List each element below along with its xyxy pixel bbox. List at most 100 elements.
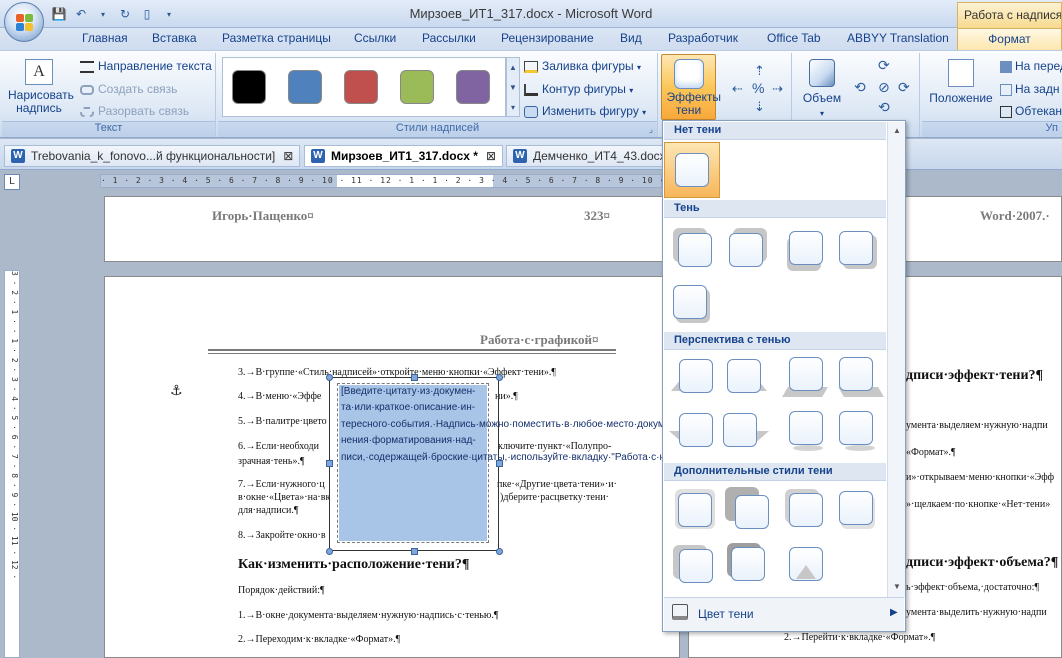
vertical-ruler[interactable]: 3 · 2 · 1 · · 1 · 2 · 3 · 4 · 5 · 6 · 7 … (4, 270, 20, 658)
tab-view[interactable]: Вид (620, 31, 642, 45)
toggle-3d-icon[interactable]: ⊘ (878, 79, 890, 96)
additional-option-1[interactable] (671, 485, 721, 535)
perspective-option-5[interactable] (667, 407, 717, 457)
right-paragraph-5: ь·эффект·объема,·достаточно:¶ (906, 582, 1039, 593)
office-button[interactable] (4, 2, 44, 42)
scroll-up-icon[interactable]: ▲ (888, 124, 906, 138)
style-swatch-red[interactable] (344, 70, 378, 104)
resize-handle-n[interactable] (411, 374, 418, 381)
style-swatch-green[interactable] (400, 70, 434, 104)
tab-stop-selector[interactable]: L (4, 174, 20, 190)
right-heading-1: дписи·эффект·тени?¶ (906, 368, 1044, 383)
close-icon[interactable]: ⊠ (486, 149, 496, 163)
scroll-up-icon[interactable]: ▲ (507, 58, 519, 78)
shadow-option-none[interactable] (664, 142, 720, 198)
perspective-option-2[interactable] (723, 353, 773, 403)
additional-option-7[interactable] (783, 539, 833, 589)
bring-front-button[interactable]: На перед (1000, 59, 1062, 73)
tilt-up-icon[interactable]: ⟳ (878, 57, 890, 74)
additional-option-5[interactable] (671, 539, 721, 589)
tab-references[interactable]: Ссылки (354, 31, 396, 45)
style-swatch-black[interactable] (232, 70, 266, 104)
doc-tab-mirzoev[interactable]: W Мирзоев_ИТ1_317.docx * ⊠ (304, 145, 503, 167)
resize-handle-e[interactable] (496, 460, 503, 467)
text-direction-button[interactable]: Направление текста (80, 59, 212, 73)
doc-tab-demchenko[interactable]: W Демченко_ИТ4_43.docx (506, 145, 673, 167)
office-logo-icon (16, 14, 34, 32)
shadow-option-3[interactable] (783, 223, 833, 273)
paragraph-7-line2-end: )дберите·расцветку·тени· (500, 492, 609, 503)
resize-handle-se[interactable] (496, 548, 503, 555)
right-heading-2: дписи·эффект·объема?¶ (906, 555, 1059, 570)
shape-fill-button[interactable]: Заливка фигуры ▾ (524, 59, 641, 73)
nudge-shadow-left-icon[interactable]: ⇠ (732, 81, 743, 97)
resize-handle-nw[interactable] (326, 374, 333, 381)
perspective-tile (679, 413, 713, 447)
style-swatch-blue[interactable] (288, 70, 322, 104)
text-wrap-button[interactable]: Обтекан (1000, 104, 1062, 118)
change-shape-button[interactable]: Изменить фигуру ▾ (524, 104, 646, 118)
perspective-shadow (845, 445, 875, 451)
3d-effects-button[interactable]: Объем ▾ (800, 59, 844, 119)
resize-handle-ne[interactable] (496, 374, 503, 381)
more-styles-icon[interactable]: ▾ (507, 98, 519, 118)
tab-insert[interactable]: Вставка (152, 31, 197, 45)
tab-page-layout[interactable]: Разметка страницы (222, 31, 331, 45)
additional-option-6[interactable] (723, 539, 773, 589)
shape-outline-button[interactable]: Контур фигуры ▾ (524, 82, 633, 96)
nudge-shadow-right-icon[interactable]: ⇢ (772, 81, 783, 97)
style-swatch-purple[interactable] (456, 70, 490, 104)
textbox-text[interactable]: [Введите·цитату·из·докумен-та·или·кратко… (341, 384, 739, 466)
toggle-shadow-icon[interactable]: % (752, 80, 764, 96)
perspective-option-1[interactable] (671, 353, 721, 403)
create-link-button[interactable]: Создать связь (80, 82, 177, 96)
scroll-down-icon[interactable]: ▼ (888, 580, 906, 594)
additional-option-3[interactable] (783, 485, 833, 535)
perspective-tile (789, 357, 823, 391)
tab-mailings[interactable]: Рассылки (422, 31, 476, 45)
section-title: Работа·с·графикой¤ (480, 332, 599, 347)
tab-home[interactable]: Главная (82, 31, 128, 45)
perspective-option-6[interactable] (719, 407, 769, 457)
draw-textbox-button[interactable]: A Нарисовать надпись (8, 59, 74, 115)
tilt-down-icon[interactable]: ⟲ (878, 99, 890, 116)
shadow-color-menu-item[interactable]: Цвет тени ▶ (664, 597, 904, 631)
nudge-shadow-down-icon[interactable]: ⇣ (754, 99, 765, 115)
doc-tab-trebovania[interactable]: W Trebovania_k_fonovo...й функциональност… (4, 145, 301, 167)
break-link-button[interactable]: Разорвать связь (80, 104, 189, 118)
tilt-left-icon[interactable]: ⟲ (854, 79, 866, 96)
chevron-down-icon: ▾ (819, 109, 824, 118)
tab-review[interactable]: Рецензирование (501, 31, 594, 45)
additional-option-4[interactable] (835, 485, 885, 535)
shadow-option-4[interactable] (835, 223, 885, 273)
resize-handle-s[interactable] (411, 548, 418, 555)
perspective-option-7[interactable] (783, 407, 833, 457)
unlink-icon (80, 106, 94, 117)
perspective-option-4[interactable] (835, 353, 885, 403)
send-back-button[interactable]: На задн (1000, 82, 1059, 96)
shadow-option-2[interactable] (723, 223, 773, 273)
shadow-option-1[interactable] (671, 223, 721, 273)
tab-abbyy[interactable]: ABBYY Translation (847, 31, 949, 45)
tab-office-tab[interactable]: Office Tab (767, 31, 821, 45)
additional-tile (678, 493, 712, 527)
nudge-shadow-up-icon[interactable]: ⇡ (754, 63, 765, 79)
additional-option-2[interactable] (723, 485, 773, 535)
perspective-tile (723, 413, 757, 447)
shadow-option-5[interactable] (671, 277, 721, 327)
gallery-scrollbar[interactable]: ▲ ▼ (887, 122, 905, 598)
close-icon[interactable]: ⊠ (283, 149, 293, 163)
tab-format[interactable]: Формат (957, 28, 1062, 51)
position-button[interactable]: Положение (928, 59, 994, 105)
dialog-launcher-icon[interactable]: ⌟ (649, 124, 653, 135)
perspective-option-8[interactable] (835, 407, 885, 457)
tab-developer[interactable]: Разработчик (668, 31, 738, 45)
bring-front-icon (1000, 60, 1012, 73)
horizontal-ruler[interactable]: · 1 · 2 · 3 · 4 · 5 · 6 · 7 · 8 · 9 · 10… (100, 174, 722, 188)
scroll-down-icon[interactable]: ▼ (507, 78, 519, 98)
style-gallery-scroll: ▲ ▼ ▾ (506, 57, 520, 117)
resize-handle-sw[interactable] (326, 548, 333, 555)
resize-handle-w[interactable] (326, 460, 333, 467)
tilt-right-icon[interactable]: ⟳ (898, 79, 910, 96)
perspective-option-3[interactable] (782, 353, 833, 403)
